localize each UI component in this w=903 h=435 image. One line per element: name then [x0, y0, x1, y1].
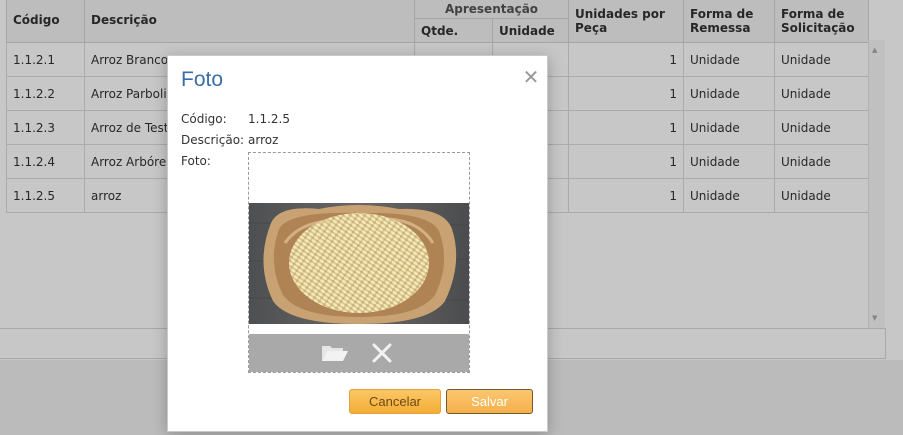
photo-upload-box[interactable] — [248, 152, 470, 373]
rice-bag-image — [249, 203, 469, 324]
codigo-label: Código: — [181, 112, 227, 126]
dialog-title: Foto — [181, 68, 224, 91]
cancel-button[interactable]: Cancelar — [349, 389, 441, 414]
folder-open-icon[interactable] — [321, 343, 349, 363]
save-button[interactable]: Salvar — [446, 389, 533, 414]
close-icon[interactable]: ✕ — [522, 67, 540, 87]
descricao-value: arroz — [248, 133, 279, 147]
close-icon[interactable] — [371, 342, 393, 364]
descricao-label: Descrição: — [181, 133, 245, 147]
codigo-value: 1.1.2.5 — [248, 112, 290, 126]
product-photo — [249, 203, 469, 324]
photo-dialog: Foto ✕ Código: 1.1.2.5 Descrição: arroz … — [167, 55, 548, 432]
photo-toolbar — [249, 334, 469, 372]
foto-label: Foto: — [181, 154, 211, 168]
